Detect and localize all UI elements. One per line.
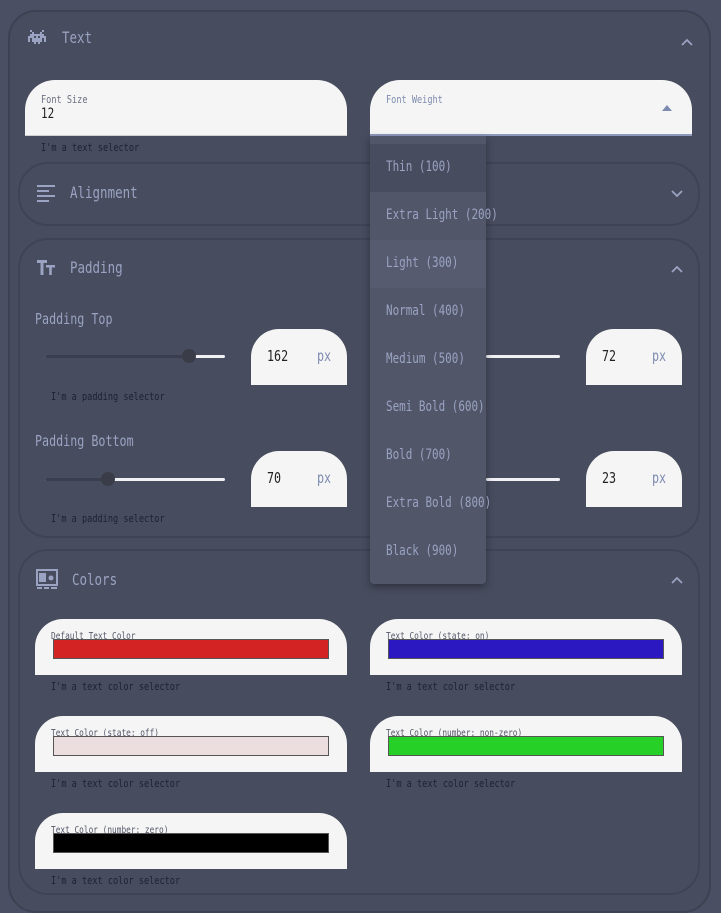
font-weight-dropdown: Thin (100) Extra Light (200) Light (300)… xyxy=(370,136,498,584)
dropdown-option[interactable]: Extra Light (200) xyxy=(370,192,498,240)
dropdown-option[interactable]: Light (300) xyxy=(370,240,486,288)
padding-right-input[interactable]: 72 px xyxy=(586,329,682,385)
text-size-icon xyxy=(37,260,55,275)
font-size-value: 12 xyxy=(41,106,55,122)
padding-bottom-input[interactable]: 70 px xyxy=(251,451,347,507)
color-helper: I'm a text color selector xyxy=(386,777,516,790)
font-weight-label: Font Weight xyxy=(386,93,443,106)
color-swatch[interactable] xyxy=(388,639,664,659)
chevron-down-icon[interactable] xyxy=(670,187,684,201)
font-weight-select[interactable]: Font Weight xyxy=(370,80,692,136)
padding-left-unit: px xyxy=(651,469,666,487)
dropdown-option[interactable]: Black (900) xyxy=(370,528,486,576)
chevron-up-icon[interactable] xyxy=(670,573,684,587)
dropdown-option[interactable]: Normal (400) xyxy=(370,288,486,336)
padding-bottom-unit: px xyxy=(316,469,331,487)
colors-section-title: Colors xyxy=(72,569,118,589)
padding-bottom-slider[interactable] xyxy=(45,472,225,486)
padding-bottom-label: Padding Bottom xyxy=(35,432,134,450)
text-section-title: Text xyxy=(62,28,93,47)
dropdown-option[interactable]: Bold (700) xyxy=(370,432,486,480)
padding-top-slider[interactable] xyxy=(45,349,225,363)
padding-right-unit: px xyxy=(651,347,666,365)
text-color-zero-field[interactable]: Text Color (number: zero) xyxy=(35,813,347,869)
alignment-section-title: Alignment xyxy=(70,182,138,202)
padding-bottom-helper: I'm a padding selector xyxy=(51,512,165,525)
padding-bottom-slider-fill xyxy=(45,478,108,481)
padding-bottom-value: 70 xyxy=(267,469,282,487)
padding-top-unit: px xyxy=(316,347,331,365)
font-size-field[interactable]: Font Size 12 xyxy=(25,80,347,136)
color-palette-icon xyxy=(36,569,58,589)
padding-top-slider-fill xyxy=(45,355,189,358)
text-color-off-field[interactable]: Text Color (state: off) xyxy=(35,716,347,772)
align-left-icon xyxy=(37,185,55,202)
padding-left-slider[interactable] xyxy=(486,478,560,481)
dropdown-option[interactable]: Semi Bold (600) xyxy=(370,384,486,432)
text-color-nonzero-field[interactable]: Text Color (number: non-zero) xyxy=(370,716,682,772)
padding-right-value: 72 xyxy=(602,347,617,365)
padding-right-slider[interactable] xyxy=(486,355,560,358)
colors-section-header[interactable]: Colors xyxy=(36,568,130,590)
color-swatch[interactable] xyxy=(53,833,329,853)
dropdown-option[interactable]: Thin (100) xyxy=(370,144,486,192)
font-size-helper: I'm a text selector xyxy=(41,141,140,154)
color-helper: I'm a text color selector xyxy=(386,680,516,693)
padding-top-input[interactable]: 162 px xyxy=(251,329,347,385)
caret-up-icon xyxy=(662,105,672,111)
color-helper: I'm a text color selector xyxy=(51,874,181,887)
padding-section-header[interactable]: Padding xyxy=(36,257,137,277)
color-helper: I'm a text color selector xyxy=(51,680,181,693)
chevron-up-icon[interactable] xyxy=(680,35,694,49)
padding-top-helper: I'm a padding selector xyxy=(51,390,165,403)
padding-section-title: Padding xyxy=(70,257,123,277)
padding-top-slider-thumb[interactable] xyxy=(182,349,196,363)
chevron-up-icon[interactable] xyxy=(670,262,684,276)
dropdown-option[interactable]: Medium (500) xyxy=(370,336,486,384)
padding-top-value: 162 xyxy=(267,347,289,365)
color-swatch[interactable] xyxy=(53,639,329,659)
font-size-label: Font Size xyxy=(41,93,88,106)
padding-left-value: 23 xyxy=(602,469,617,487)
default-text-color-field[interactable]: Default Text Color xyxy=(35,619,347,675)
padding-top-label: Padding Top xyxy=(35,310,113,328)
space-invader-icon xyxy=(28,29,46,44)
text-section-header[interactable]: Text xyxy=(26,28,101,47)
dropdown-option[interactable]: Extra Bold (800) xyxy=(370,480,491,528)
padding-left-input[interactable]: 23 px xyxy=(586,451,682,507)
alignment-section-header[interactable]: Alignment xyxy=(36,182,157,202)
color-helper: I'm a text color selector xyxy=(51,777,181,790)
text-color-on-field[interactable]: Text Color (state: on) xyxy=(370,619,682,675)
padding-bottom-slider-thumb[interactable] xyxy=(101,472,115,486)
color-swatch[interactable] xyxy=(53,736,329,756)
color-swatch[interactable] xyxy=(388,736,664,756)
